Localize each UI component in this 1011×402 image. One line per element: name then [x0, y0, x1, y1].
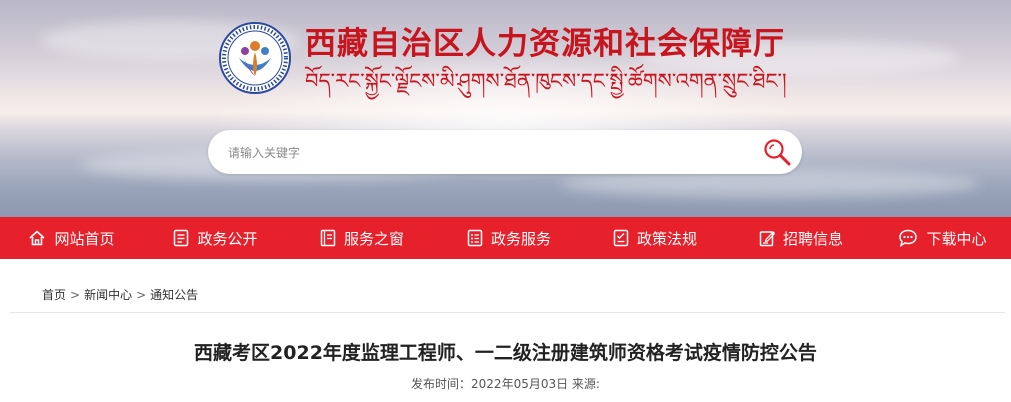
- checklist-icon: [613, 229, 629, 247]
- breadcrumb: 首页 > 新闻中心 > 通知公告: [42, 286, 198, 303]
- main-nav: 网站首页 政务公开 服务之窗 政务服务 政策法规 招聘信息 下载中心: [0, 217, 1011, 259]
- nav-item-label: 下载中心: [926, 229, 987, 248]
- nav-item-label: 服务之窗: [343, 229, 404, 248]
- home-icon: [29, 230, 46, 246]
- divider: [10, 312, 1005, 313]
- breadcrumb-news-center[interactable]: 新闻中心: [84, 288, 132, 302]
- breadcrumb-notices[interactable]: 通知公告: [150, 288, 198, 302]
- site-title: 西藏自治区人力资源和社会保障厅: [305, 26, 785, 62]
- site-title-tibetan: བོད་རང་སྐྱོང་ལྗོངས་མི་ཤུགས་ཐོན་ཁུངས་དང་ས…: [305, 69, 787, 93]
- notebook-icon: [320, 229, 336, 247]
- breadcrumb-home[interactable]: 首页: [42, 288, 66, 302]
- ministry-logo[interactable]: [219, 22, 291, 94]
- nav-item-label: 招聘信息: [782, 229, 843, 248]
- list-icon: [467, 229, 483, 247]
- search-icon[interactable]: [762, 137, 792, 167]
- breadcrumb-separator: >: [70, 288, 81, 302]
- nav-item-gov-affairs[interactable]: 政务公开: [143, 217, 288, 259]
- search-bar: [208, 130, 802, 174]
- nav-item-label: 网站首页: [54, 229, 115, 248]
- header-banner: 西藏自治区人力资源和社会保障厅 བོད་རང་སྐྱོང་ལྗོངས་མི་ཤུ…: [0, 0, 1011, 217]
- nav-item-service-window[interactable]: 服务之窗: [288, 217, 436, 259]
- nav-item-recruitment[interactable]: 招聘信息: [728, 217, 874, 259]
- document-icon: [174, 229, 189, 247]
- article-meta: 发布时间：2022年05月03日 来源:: [411, 377, 600, 391]
- article-title: 西藏考区2022年度监理工程师、一二级注册建筑师资格考试疫情防控公告: [194, 342, 817, 364]
- banner-cloud: [560, 170, 980, 198]
- nav-item-label: 政务公开: [197, 229, 258, 248]
- nav-item-label: 政务服务: [490, 229, 551, 248]
- edit-icon: [759, 231, 775, 247]
- nav-item-label: 政策法规: [636, 229, 697, 248]
- nav-item-home[interactable]: 网站首页: [0, 217, 143, 259]
- nav-item-gov-services[interactable]: 政务服务: [436, 217, 582, 259]
- nav-item-downloads[interactable]: 下载中心: [874, 217, 1011, 259]
- nav-item-policies[interactable]: 政策法规: [582, 217, 728, 259]
- search-input[interactable]: [226, 140, 750, 166]
- chat-icon: [899, 229, 918, 247]
- breadcrumb-separator: >: [136, 288, 147, 302]
